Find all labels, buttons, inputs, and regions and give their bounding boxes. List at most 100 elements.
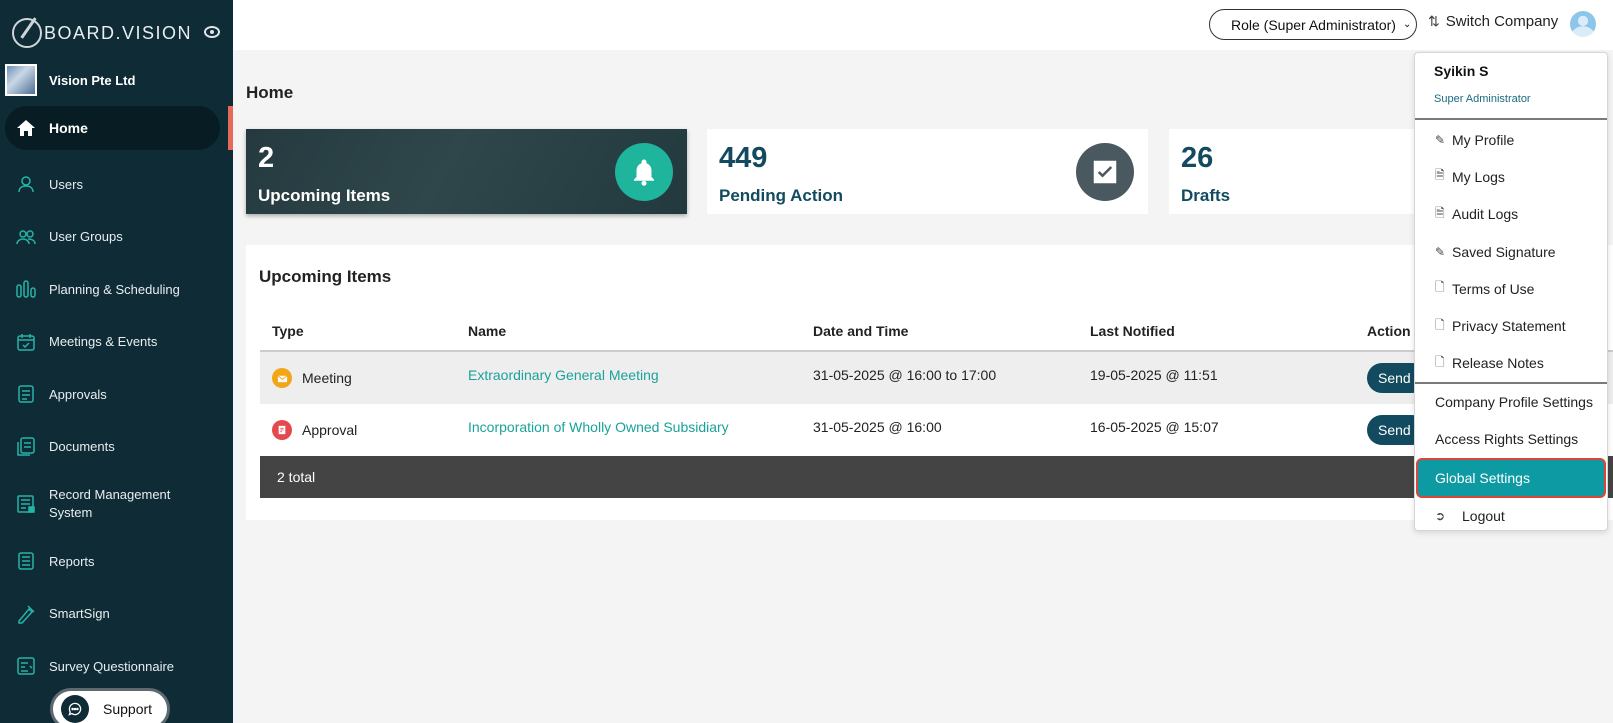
document-icon: 🗎 [1435, 205, 1445, 220]
stat-card-upcoming[interactable]: 2 Upcoming Items [246, 129, 687, 214]
datetime-cell: 31-05-2025 @ 16:00 to 17:00 [813, 367, 997, 383]
role-dropdown[interactable]: Role (Super Administrator) ⌄ [1209, 9, 1417, 40]
menu-item-my-profile[interactable]: ✎ My Profile [1415, 121, 1607, 158]
reports-icon [16, 551, 36, 571]
edit-icon: ✎ [1435, 244, 1446, 259]
menu-item-release-notes[interactable]: 🗋 Release Notes [1415, 345, 1607, 382]
chat-icon [61, 695, 89, 723]
survey-icon [16, 656, 36, 676]
sidebar-item-label: Documents [49, 439, 115, 455]
sidebar-item-approvals[interactable]: Approvals [0, 368, 233, 421]
menu-item-label: My Profile [1452, 131, 1515, 148]
support-label: Support [103, 701, 153, 717]
sidebar-item-label: Meetings & Events [49, 334, 158, 350]
chevron-down-icon: ⌄ [1402, 19, 1412, 30]
stat-value: 449 [719, 142, 768, 174]
user-icon [16, 174, 36, 194]
support-button[interactable]: Support [50, 688, 170, 723]
checkbox-icon [1076, 143, 1134, 201]
user-name: Syikin S [1434, 63, 1489, 79]
sidebar-item-documents[interactable]: Documents [0, 421, 233, 474]
menu-item-label: My Logs [1452, 168, 1505, 185]
stat-label: Pending Action [719, 186, 844, 205]
menu-item-privacy[interactable]: 🗋 Privacy Statement [1415, 307, 1607, 344]
stat-card-drafts[interactable]: 26 Drafts [1169, 129, 1429, 214]
column-header-type[interactable]: Type [260, 323, 468, 339]
total-count: 2 total [277, 469, 316, 485]
file-icon: 🗋 [1435, 280, 1445, 295]
column-header-last-notified[interactable]: Last Notified [1090, 323, 1367, 339]
sidebar-item-reports[interactable]: Reports [0, 535, 233, 588]
upcoming-items-table: Type Name Date and Time Last Notified Ac… [260, 311, 1613, 498]
table-header: Type Name Date and Time Last Notified Ac… [260, 311, 1613, 352]
menu-item-logout[interactable]: ➲ Logout [1415, 498, 1607, 535]
menu-item-label: Terms of Use [1452, 280, 1535, 297]
eye-icon[interactable] [204, 26, 220, 38]
top-bar: Role (Super Administrator) ⌄ ⇅ Switch Co… [233, 0, 1613, 50]
menu-item-label: Release Notes [1452, 355, 1544, 372]
sidebar-item-records[interactable]: Record Management System [0, 473, 233, 535]
menu-item-label: Saved Signature [1452, 243, 1556, 260]
pen-icon [16, 604, 36, 624]
table-footer: 2 total [260, 456, 1613, 498]
type-label: Meeting [302, 370, 352, 386]
menu-divider [1415, 118, 1607, 120]
logout-icon: ➲ [1435, 509, 1446, 524]
document-icon: 🗎 [1435, 168, 1445, 183]
sidebar-item-users[interactable]: Users [0, 158, 233, 211]
brand-name: BOARD.VISION [44, 22, 193, 43]
item-name-link[interactable]: Incorporation of Wholly Owned Subsidiary [468, 419, 729, 435]
company-name: Vision Pte Ltd [49, 72, 136, 88]
role-label: Role (Super Administrator) [1231, 16, 1396, 33]
switch-company-button[interactable]: ⇅ Switch Company [1428, 13, 1558, 30]
menu-item-label: Global Settings [1435, 469, 1530, 486]
sidebar-item-meetings[interactable]: Meetings & Events [0, 316, 233, 369]
column-header-name[interactable]: Name [468, 323, 813, 339]
sidebar-item-label: Record Management System [49, 487, 171, 520]
sidebar-item-home[interactable]: Home [5, 106, 220, 150]
stat-label: Upcoming Items [258, 186, 391, 205]
menu-item-label: Audit Logs [1452, 206, 1519, 223]
company-selector[interactable]: Vision Pte Ltd [5, 64, 135, 96]
menu-item-global-settings[interactable]: Global Settings [1416, 457, 1606, 498]
personal-menu: ✎ My Profile 🗎 My Logs 🗎 Audit Logs ✎ Saved … [1415, 121, 1607, 382]
bars-icon [16, 279, 36, 299]
sidebar-item-planning[interactable]: Planning & Scheduling [0, 263, 233, 316]
stat-label: Drafts [1181, 186, 1231, 205]
documents-icon [16, 437, 36, 457]
menu-item-label: Company Profile Settings [1435, 393, 1593, 410]
edit-icon: ✎ [1435, 132, 1446, 147]
sidebar-item-label: Survey Questionnaire [49, 658, 175, 674]
menu-item-access-rights-settings[interactable]: Access Rights Settings [1415, 420, 1607, 457]
sidebar-item-user-groups[interactable]: User Groups [0, 211, 233, 264]
item-name-link[interactable]: Extraordinary General Meeting [468, 367, 659, 383]
sidebar-item-survey[interactable]: Survey Questionnaire [0, 640, 233, 693]
sidebar-item-smartsign[interactable]: SmartSign [0, 588, 233, 641]
sidebar-item-label: Planning & Scheduling [49, 281, 180, 297]
menu-item-label: Access Rights Settings [1435, 430, 1579, 447]
file-icon: 🗋 [1435, 317, 1445, 332]
upcoming-items-panel: Upcoming Items Type Name Date and Time L… [246, 245, 1613, 520]
column-header-date[interactable]: Date and Time [813, 323, 1090, 339]
approvals-icon [16, 384, 36, 404]
sidebar-item-label: Reports [49, 553, 95, 569]
menu-item-saved-signature[interactable]: ✎ Saved Signature [1415, 233, 1607, 270]
bell-icon [615, 143, 673, 201]
user-role: Super Administrator [1434, 93, 1531, 105]
menu-item-company-profile-settings[interactable]: Company Profile Settings [1415, 383, 1607, 420]
menu-item-label: Logout [1462, 508, 1505, 525]
settings-menu: Company Profile Settings Access Rights S… [1415, 383, 1607, 535]
menu-item-my-logs[interactable]: 🗎 My Logs [1415, 158, 1607, 195]
stat-card-pending[interactable]: 449 Pending Action [707, 129, 1148, 214]
sidebar-item-label: User Groups [49, 229, 123, 245]
avatar[interactable] [1570, 11, 1596, 37]
table-row: Approval Incorporation of Wholly Owned S… [260, 404, 1613, 456]
users-icon [16, 227, 36, 247]
menu-item-audit-logs[interactable]: 🗎 Audit Logs [1415, 196, 1607, 233]
brand-logo[interactable]: BOARD.VISION [12, 16, 192, 50]
sidebar-item-label: Home [49, 120, 88, 136]
menu-item-label: Privacy Statement [1452, 318, 1566, 335]
menu-item-terms[interactable]: 🗋 Terms of Use [1415, 270, 1607, 307]
stat-value: 26 [1181, 142, 1214, 174]
type-label: Approval [302, 422, 358, 438]
